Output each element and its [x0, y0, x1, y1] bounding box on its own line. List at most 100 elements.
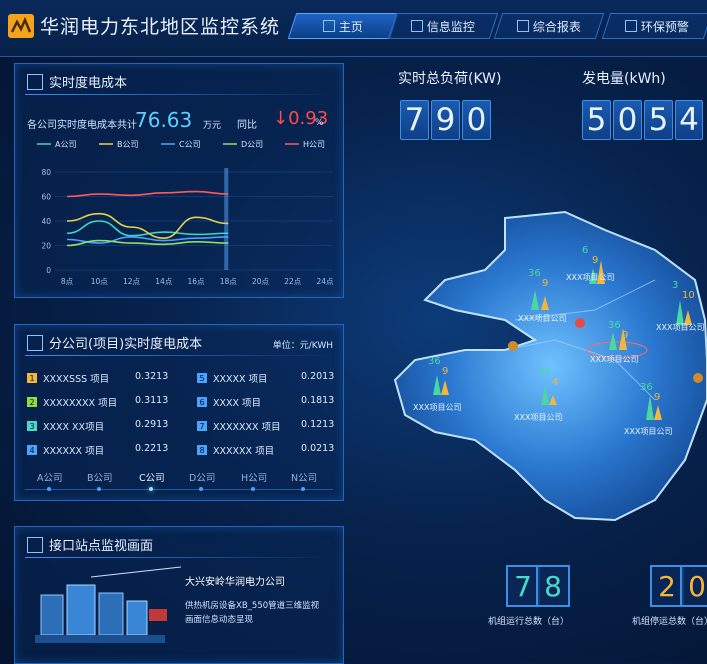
map-site-stopped-count: 9: [622, 330, 629, 341]
station-desc-line2: 画面信息动态呈现: [185, 615, 254, 625]
legend-label: D公司: [241, 140, 263, 149]
project-name: XXXX XX项目: [43, 422, 105, 433]
stopped-label: 机组停运总数（台）: [632, 617, 707, 627]
generation-label: 发电量(kWh): [582, 71, 666, 87]
unit-label: 单位：元/KWH: [272, 341, 333, 351]
generation-digit: 5: [644, 100, 673, 140]
generation-digit: 4: [675, 100, 703, 140]
map-site-running-count: 36: [428, 356, 441, 367]
x-tick-label: 14点: [155, 277, 173, 286]
rank-badge: 6: [197, 397, 207, 407]
rank-badge: 1: [27, 373, 37, 383]
map-site-label[interactable]: XXX项目公司: [624, 426, 672, 437]
panel-title: 实时度电成本: [49, 76, 128, 91]
x-tick-label: 10点: [91, 277, 109, 286]
equipment-3d-image[interactable]: [31, 565, 181, 655]
chart-icon: [27, 73, 43, 90]
map-site-label[interactable]: XXX项目公司: [590, 354, 638, 365]
total-cost-value: 76.63: [135, 108, 193, 132]
tab-indicator-dot: [251, 487, 255, 491]
project-name: XXXXXXXX 项目: [43, 398, 118, 409]
x-tick-label: 8点: [61, 277, 74, 286]
company-tab[interactable]: H公司: [241, 470, 267, 484]
map-site-stopped-count: 9: [442, 366, 449, 377]
tab-indicator-dot: [301, 487, 305, 491]
x-tick-label: 24点: [316, 277, 334, 286]
realtime-cost-panel: 实时度电成本 各公司实时度电成本共计 76.63 万元 同比 ↓0.93 % A…: [14, 63, 344, 298]
project-cost-value: 0.3113: [135, 395, 169, 406]
company-tab[interactable]: C公司: [139, 470, 165, 484]
yoy-label: 同比: [237, 120, 257, 131]
cost-line-chart: A公司 B公司 C公司 D公司 H公司 0 20 40 60 80 8点 10点 12点 14点 16点 18…: [37, 140, 334, 286]
project-name: XXXXX 项目: [213, 374, 268, 385]
project-name: XXXXXX 项目: [213, 446, 275, 457]
nav-tab-info-monitor[interactable]: 信息监控: [387, 13, 499, 39]
map-site-running-count: 36: [640, 382, 653, 393]
panel-title: 接口站点监视画面: [49, 539, 154, 554]
yoy-unit: %: [315, 118, 324, 128]
branch-cost-row[interactable]: 4 XXXXXX 项目: [27, 443, 104, 457]
project-name: XXXXSSS 项目: [43, 374, 110, 385]
legend-label: H公司: [303, 140, 325, 149]
x-tick-label: 18点: [220, 277, 238, 286]
branch-cost-row[interactable]: 8 XXXXXX 项目: [197, 443, 274, 457]
company-tab[interactable]: N公司: [291, 470, 317, 484]
total-cost-unit: 万元: [203, 121, 222, 131]
project-name: XXXXXXX 项目: [213, 422, 281, 433]
project-name: XXXXXX 项目: [43, 446, 105, 457]
branch-cost-row[interactable]: 6 XXXX 项目: [197, 395, 261, 409]
map-site-label[interactable]: XXX项目公司: [566, 272, 614, 283]
legend-label: B公司: [117, 140, 139, 149]
monitor-icon: [410, 20, 423, 32]
y-tick-label: 0: [46, 266, 51, 275]
rank-badge: 8: [197, 445, 207, 455]
map-site-stopped-count: 9: [542, 278, 549, 289]
nav-tab-env-warning[interactable]: 环保预警: [601, 13, 707, 39]
generation-digit: 5: [582, 100, 611, 140]
branch-cost-row[interactable]: 2 XXXXXXXX 项目: [27, 395, 117, 409]
map-site-running-count: 3: [672, 280, 679, 291]
map-pin-icon[interactable]: [693, 373, 703, 383]
y-tick-label: 40: [41, 217, 51, 226]
map-site-label[interactable]: XXX项目公司: [413, 402, 461, 413]
load-label: 实时总负荷(KW): [398, 71, 502, 87]
map-pin-icon[interactable]: [508, 341, 518, 351]
rank-badge: 2: [27, 397, 37, 407]
company-tab[interactable]: D公司: [189, 470, 215, 484]
northeast-region-map[interactable]: [355, 200, 707, 530]
branch-cost-row[interactable]: 3 XXXX XX项目: [27, 419, 104, 433]
map-site-label[interactable]: XXX项目公司: [518, 313, 566, 324]
bar-chart-icon: [27, 334, 43, 351]
total-cost-label: 各公司实时度电成本共计: [27, 120, 137, 131]
nav-tab-home[interactable]: 主页: [287, 13, 399, 39]
rank-badge: 3: [27, 421, 37, 431]
series-line: [66, 190, 229, 198]
project-cost-value: 0.2013: [301, 371, 335, 382]
x-tick-label: 16点: [187, 277, 205, 286]
map-pin-icon[interactable]: [575, 318, 585, 328]
nav-tab-report[interactable]: 综合报表: [493, 13, 605, 39]
branch-cost-row[interactable]: 7 XXXXXXX 项目: [197, 419, 281, 433]
tab-indicator-dot: [47, 487, 51, 491]
map-site-running-count: 6: [582, 245, 589, 256]
company-tab[interactable]: B公司: [87, 470, 113, 484]
x-tick-label: 12点: [123, 277, 141, 286]
report-icon: [516, 20, 529, 32]
map-site-label[interactable]: XXX项目公司: [514, 412, 562, 423]
legend-label: A公司: [55, 140, 76, 149]
nav-tab-label: 综合报表: [532, 19, 581, 34]
tab-indicator-dot: [199, 487, 203, 491]
load-digit: 0: [462, 100, 491, 140]
panel-title: 分公司(项目)实时度电成本: [49, 337, 203, 352]
map-site-label[interactable]: XXX项目公司: [656, 322, 704, 333]
generation-digit: 0: [613, 100, 642, 140]
running-digit: 8: [536, 565, 570, 607]
company-tab[interactable]: A公司: [37, 470, 63, 484]
branch-cost-row[interactable]: 1 XXXXSSS 项目: [27, 371, 109, 385]
project-cost-value: 0.0213: [301, 443, 335, 454]
map-site-running-count: 36: [528, 268, 541, 279]
warning-icon: [624, 20, 637, 32]
project-cost-value: 0.1813: [301, 395, 335, 406]
branch-cost-panel: 分公司(项目)实时度电成本 单位：元/KWH 1 XXXXSSS 项目 0.3213…: [14, 324, 344, 501]
branch-cost-row[interactable]: 5 XXXXX 项目: [197, 371, 268, 385]
